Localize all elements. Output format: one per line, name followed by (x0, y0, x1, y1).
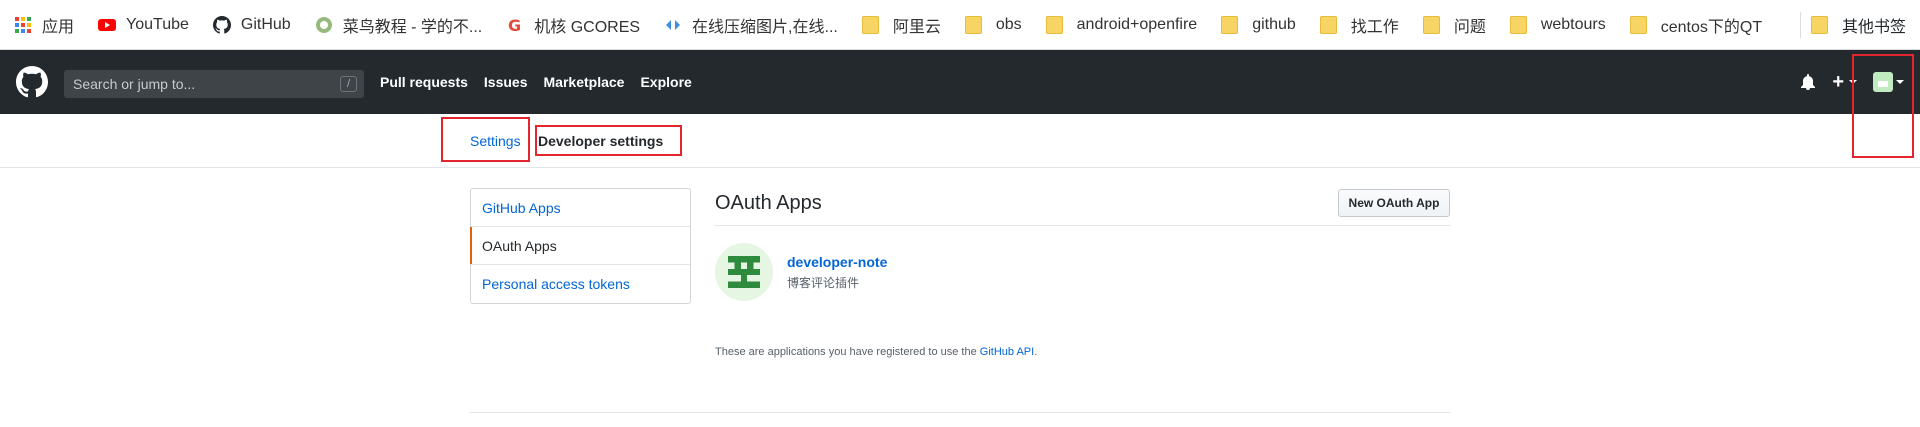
search-placeholder: Search or jump to... (73, 76, 196, 92)
bookmark-label: 问题 (1453, 18, 1486, 36)
bookmark-compress[interactable]: 在线压缩图片,在线... (664, 0, 838, 50)
bookmark-runoob[interactable]: 菜鸟教程 - 学的不... (315, 0, 483, 50)
bookmark-folder-questions[interactable]: 问题 (1422, 0, 1486, 50)
bell-icon[interactable] (1800, 74, 1816, 90)
bookmarks-bar: 应用 YouTube GitHub 菜鸟教程 - 学的不... G 机核 GCO… (0, 0, 1920, 50)
bookmark-folder-webtours[interactable]: webtours (1509, 0, 1606, 50)
folder-icon (1629, 15, 1647, 34)
nav-issues[interactable]: Issues (484, 74, 528, 90)
footnote-suffix: . (1034, 346, 1038, 358)
bookmark-folder-obs[interactable]: obs (964, 0, 1022, 50)
bookmark-label: GitHub (240, 15, 291, 33)
bookmark-label: YouTube (126, 15, 189, 33)
nav-marketplace[interactable]: Marketplace (544, 74, 625, 90)
bookmark-label: 应用 (42, 18, 75, 36)
bookmark-folder-centos-qt[interactable]: centos下的QT (1629, 0, 1763, 50)
app-avatar[interactable] (715, 243, 773, 301)
bookmark-folder-android-openfire[interactable]: android+openfire (1045, 0, 1198, 50)
create-new-button[interactable]: + (1832, 72, 1844, 92)
bookmark-label: webtours (1540, 15, 1606, 33)
bookmark-folder-aliyun[interactable]: 阿里云 (861, 0, 941, 50)
bookmark-youtube[interactable]: YouTube (98, 0, 189, 50)
runoob-icon (315, 16, 332, 33)
settings-breadcrumb: Settings Developer settings (0, 114, 1920, 168)
bookmark-gcores[interactable]: G 机核 GCORES (506, 0, 640, 50)
search-input[interactable]: Search or jump to... / (64, 70, 364, 98)
nav-pull-requests[interactable]: Pull requests (380, 74, 468, 90)
bookmark-folder-jobs[interactable]: 找工作 (1319, 0, 1399, 50)
bookmark-github[interactable]: GitHub (212, 0, 291, 50)
other-bookmarks-label: 其他书签 (1841, 19, 1906, 36)
bookmark-label: 阿里云 (892, 18, 941, 36)
folder-icon (1319, 15, 1337, 34)
highlight-box-avatar (1852, 54, 1914, 158)
bookmark-label: 菜鸟教程 - 学的不... (342, 18, 483, 36)
footnote-text: These are applications you have register… (715, 346, 1037, 358)
title-divider (715, 225, 1450, 226)
slash-shortcut-badge: / (340, 76, 357, 92)
github-logo-icon[interactable] (16, 66, 48, 98)
youtube-icon (98, 18, 117, 31)
footnote-prefix: These are applications you have register… (715, 346, 980, 358)
folder-icon (1045, 15, 1063, 34)
bookmark-label: android+openfire (1076, 15, 1198, 33)
folder-icon (1810, 16, 1828, 34)
highlight-box-settings (441, 117, 530, 162)
identicon-icon (728, 256, 760, 288)
github-icon (212, 15, 231, 34)
compress-icon (666, 19, 681, 30)
menu-item-github-apps[interactable]: GitHub Apps (471, 189, 690, 227)
folder-icon (964, 15, 982, 34)
bookmark-apps[interactable]: 应用 (14, 0, 74, 50)
header-nav: Pull requests Issues Marketplace Explore (380, 50, 708, 114)
gcores-icon: G (508, 16, 521, 34)
bookmark-label: github (1252, 15, 1296, 33)
apps-grid-icon (15, 16, 31, 33)
bookmark-label: 在线压缩图片,在线... (692, 18, 838, 36)
developer-settings-menu: GitHub Apps OAuth Apps Personal access t… (470, 188, 691, 304)
app-description: 博客评论插件 (787, 276, 860, 290)
app-name-link[interactable]: developer-note (787, 254, 887, 270)
bookmark-label: centos下的QT (1660, 18, 1763, 36)
github-header: Search or jump to... / Pull requests Iss… (0, 50, 1920, 114)
bookmark-label: 找工作 (1350, 18, 1399, 36)
bookmark-label: 机核 GCORES (534, 18, 641, 36)
menu-item-oauth-apps[interactable]: OAuth Apps (470, 227, 690, 265)
new-oauth-app-button[interactable]: New OAuth App (1338, 189, 1450, 217)
folder-icon (1422, 15, 1440, 34)
bottom-divider (470, 412, 1450, 413)
bookmarks-separator (1800, 12, 1801, 38)
menu-item-personal-access-tokens[interactable]: Personal access tokens (471, 265, 690, 303)
folder-icon (861, 15, 879, 34)
github-api-link[interactable]: GitHub API (980, 346, 1034, 358)
bookmark-folder-github[interactable]: github (1221, 0, 1296, 50)
highlight-box-developer-settings (535, 125, 682, 156)
svg-text:G: G (508, 16, 521, 34)
page-title: OAuth Apps (715, 192, 822, 214)
other-bookmarks[interactable]: 其他书签 (1810, 0, 1906, 50)
bookmark-label: obs (995, 15, 1022, 33)
nav-explore[interactable]: Explore (640, 74, 691, 90)
folder-icon (1221, 15, 1239, 34)
folder-icon (1509, 15, 1527, 34)
